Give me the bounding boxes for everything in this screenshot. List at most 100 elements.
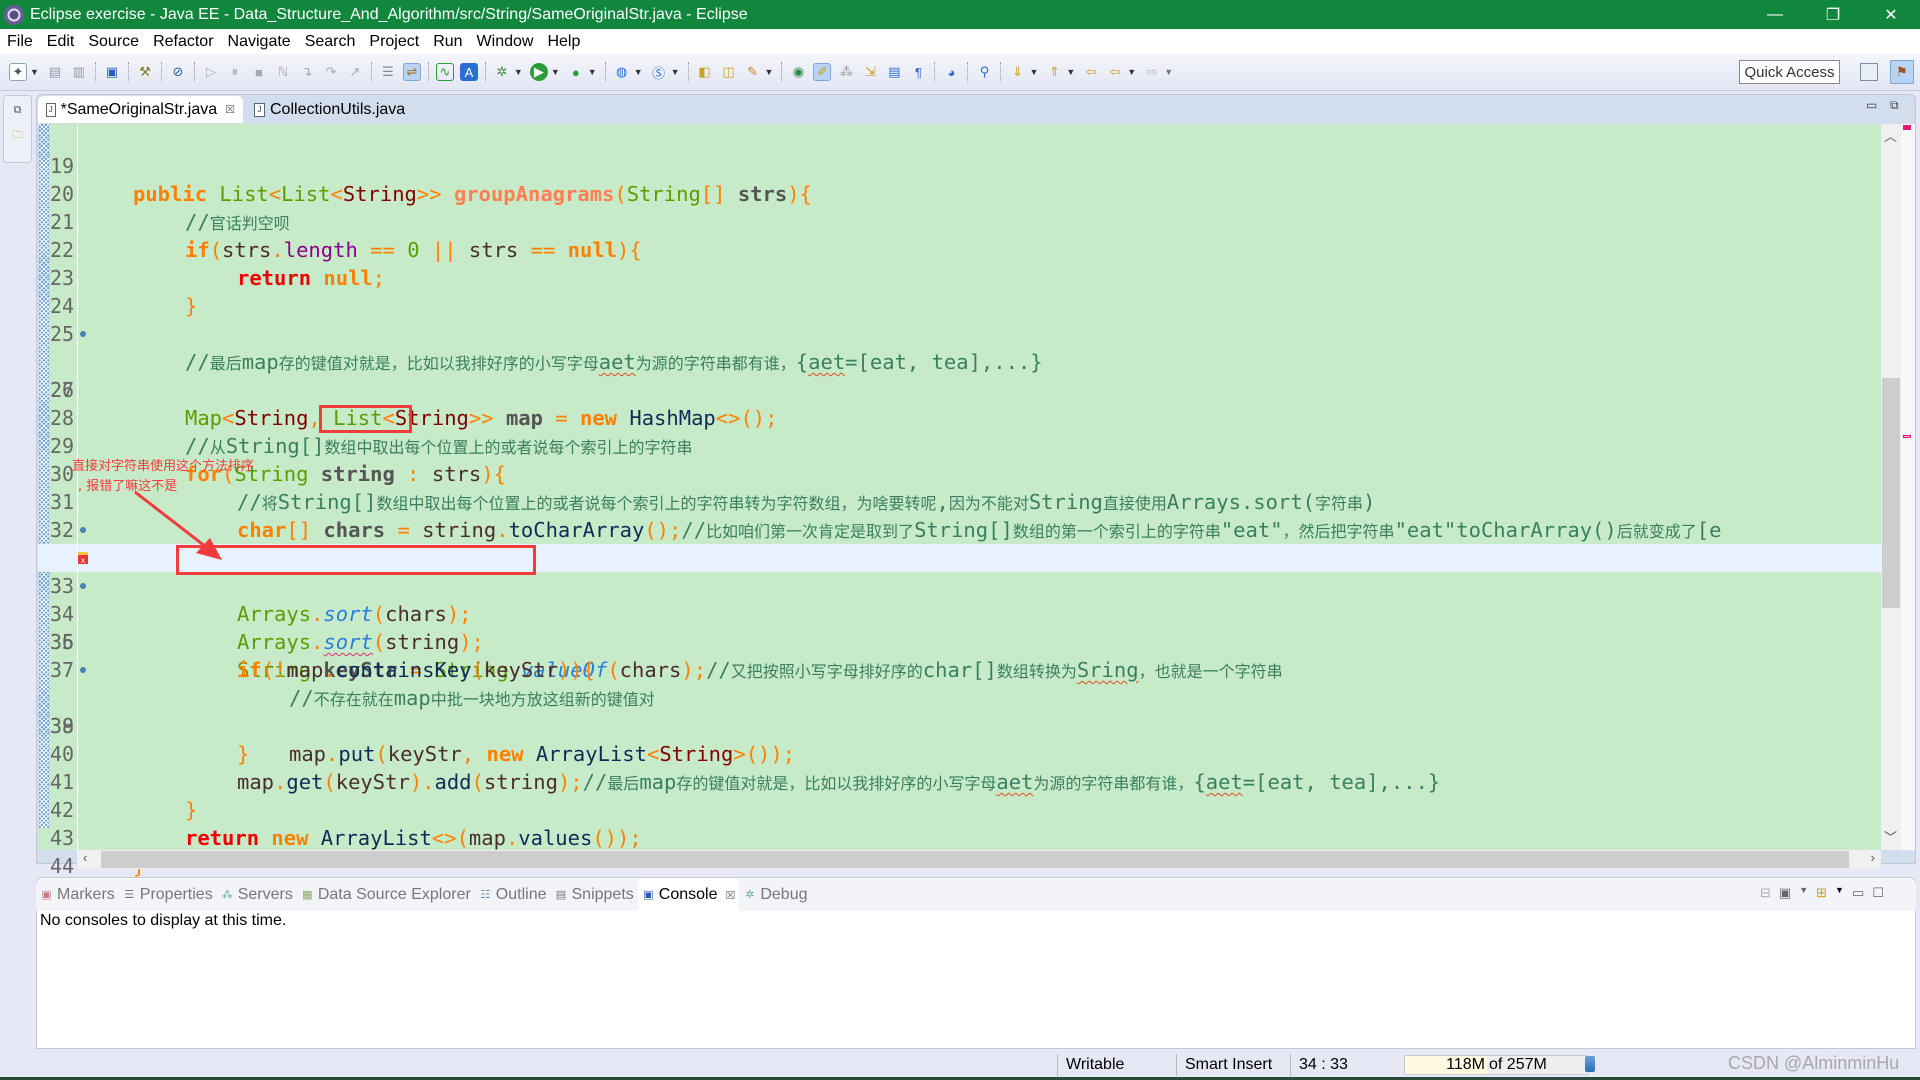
menu-project[interactable]: Project	[362, 33, 426, 51]
new-icon[interactable]: ✦	[9, 63, 27, 81]
code-line[interactable]: 22 return null;	[38, 208, 1881, 290]
new-service-dropdown-icon[interactable]: ▼	[671, 67, 680, 77]
restore-view-icon[interactable]: ⧉	[11, 104, 25, 118]
override-marker-icon[interactable]	[80, 527, 86, 533]
brush-icon[interactable]: ✎	[744, 63, 762, 81]
step-return-icon[interactable]: ↗	[346, 63, 364, 81]
code-line[interactable]: 20 //官话判空呗	[38, 152, 1881, 234]
maximize-panel-icon[interactable]: ☐	[1872, 885, 1884, 901]
next-annotation-icon[interactable]: ⇓	[1008, 63, 1026, 81]
tab-debug[interactable]: ✲ Debug	[739, 879, 811, 911]
menu-search[interactable]: Search	[298, 33, 363, 51]
toggle-mark-occurrences-icon[interactable]: ✐	[813, 63, 832, 81]
scroll-up-icon[interactable]: ︿	[1884, 126, 1897, 145]
monitor-icon[interactable]: ∿	[435, 63, 454, 81]
scroll-left-icon[interactable]: ‹	[83, 850, 87, 865]
new-service-icon[interactable]: Ⓢ	[650, 63, 668, 81]
code-line[interactable]: 42 return new ArrayList<>(map.values());	[38, 768, 1881, 850]
display-console-dropdown-icon[interactable]: ▼	[1799, 885, 1808, 901]
override-marker-icon[interactable]	[80, 331, 86, 337]
run-dropdown-icon[interactable]: ▼	[551, 67, 560, 77]
forward-dropdown-icon[interactable]: ▼	[1164, 67, 1173, 77]
search-icon[interactable]: ⚲	[975, 63, 993, 81]
code-line[interactable]: 27	[38, 348, 1881, 402]
build-icon[interactable]: ⚒	[136, 63, 154, 81]
back-icon[interactable]: ⇦	[1106, 63, 1124, 81]
restore-button[interactable]: ❐	[1804, 0, 1862, 29]
scrollbar-thumb[interactable]	[1882, 378, 1900, 608]
tab-properties[interactable]: ☰ Properties	[119, 879, 217, 911]
toggle-block-selection-icon[interactable]: ⇲	[861, 63, 879, 81]
tab-servers[interactable]: ⁂ Servers	[217, 879, 297, 911]
menu-window[interactable]: Window	[470, 33, 541, 51]
menu-edit[interactable]: Edit	[40, 33, 82, 51]
code-line[interactable]: 40 map.get(keyStr).add(string);//最后map存的…	[38, 712, 1881, 794]
code-line[interactable]: 37 //不存在就在map中批一块地方放这组新的键值对	[38, 628, 1881, 710]
step-into-icon[interactable]: ↴	[298, 63, 316, 81]
code-line[interactable]: 35 String keyStr = String.valueOf(chars)…	[38, 572, 1881, 682]
debug-icon[interactable]: ✲	[493, 63, 511, 81]
terminate-icon[interactable]: ■	[250, 63, 268, 81]
horizontal-scrollbar[interactable]: ‹ ›	[77, 850, 1881, 869]
code-line[interactable]: 41 }	[38, 740, 1881, 822]
open-type-icon[interactable]: ◉	[789, 63, 807, 81]
menu-file[interactable]: File	[0, 33, 40, 51]
overview-ruler[interactable]	[1901, 124, 1915, 850]
open-project-icon[interactable]: ◧	[696, 63, 714, 81]
debug-dropdown-icon[interactable]: ▼	[514, 67, 523, 77]
code-line[interactable]: 43 }	[38, 796, 1881, 878]
menu-help[interactable]: Help	[540, 33, 587, 51]
close-tab-icon[interactable]: ☒	[725, 889, 735, 902]
new-dropdown-icon[interactable]: ▼	[30, 67, 39, 77]
override-marker-icon[interactable]	[80, 667, 86, 673]
scroll-down-icon[interactable]: ﹀	[1884, 827, 1897, 846]
code-line[interactable]: 33 Arrays.sort(chars);	[38, 516, 1881, 626]
menu-run[interactable]: Run	[426, 33, 469, 51]
font-icon[interactable]: A	[459, 63, 478, 81]
menu-source[interactable]: Source	[81, 33, 146, 51]
tab-markers[interactable]: ▣ Markers	[36, 879, 119, 911]
menu-navigate[interactable]: Navigate	[221, 33, 298, 51]
code-line[interactable]: 28 //从String[]数组中取出每个位置上的或者说每个索引上的字符串	[38, 376, 1881, 458]
save-all-icon[interactable]: ▥	[70, 63, 88, 81]
new-server-dropdown-icon[interactable]: ▼	[634, 67, 643, 77]
resume-icon[interactable]: ▷	[202, 63, 220, 81]
open-console-icon[interactable]: ⊞	[1816, 885, 1827, 901]
maximize-editor-icon[interactable]: ⧉	[1890, 98, 1899, 113]
previous-annotation-dropdown-icon[interactable]: ▼	[1066, 67, 1075, 77]
code-line[interactable]: 39 }	[38, 684, 1881, 766]
show-source-icon[interactable]: ▤	[885, 63, 903, 81]
close-button[interactable]: ✕	[1862, 0, 1920, 29]
override-marker-icon[interactable]	[80, 583, 86, 589]
run-icon[interactable]: ▶	[529, 63, 548, 81]
vertical-scrollbar[interactable]: ︿ ﹀	[1881, 124, 1901, 850]
error-summary-marker[interactable]	[1903, 125, 1911, 130]
drop-to-frame-icon[interactable]: ☰	[379, 63, 397, 81]
use-step-filters-icon[interactable]: ⇌	[402, 63, 421, 81]
open-folder-icon[interactable]: ◫	[720, 63, 738, 81]
code-line[interactable]: 30 //将String[]数组中取出每个位置上的或者说每个索引上的字符串转为字…	[38, 432, 1881, 514]
code-line[interactable]: 38 map.put(keyStr, new ArrayList<String>…	[38, 656, 1881, 766]
external-tools-icon[interactable]: ●	[567, 63, 585, 81]
tab-snippets[interactable]: ▤ Snippets	[551, 879, 638, 911]
back-dropdown-icon[interactable]: ▼	[1127, 67, 1136, 77]
code-line[interactable]: 19 public List<List<String>> groupAnagra…	[38, 124, 1881, 206]
suspend-icon[interactable]: ⏸	[226, 63, 244, 81]
editor-tab-collectionutils[interactable]: J CollectionUtils.java	[246, 96, 413, 123]
code-line[interactable]: 21 if(strs.length == 0 || strs == null){	[38, 180, 1881, 262]
open-perspective-icon[interactable]	[1860, 63, 1878, 81]
scroll-right-icon[interactable]: ›	[1871, 850, 1875, 865]
save-icon[interactable]: ▤	[46, 63, 64, 81]
code-line[interactable]: 26 Map<String, List<String>> map = new H…	[38, 320, 1881, 430]
next-annotation-dropdown-icon[interactable]: ▼	[1029, 67, 1038, 77]
editor-tab-sameoriginalstr[interactable]: J *SameOriginalStr.java ☒	[38, 96, 243, 123]
minimize-button[interactable]: —	[1746, 0, 1804, 29]
code-line[interactable]: 31 char[] chars = string.toCharArray();/…	[38, 460, 1881, 542]
tab-data-source-explorer[interactable]: ▦ Data Source Explorer	[297, 879, 475, 911]
brush-dropdown-icon[interactable]: ▼	[765, 67, 774, 77]
step-over-icon[interactable]: ↷	[322, 63, 340, 81]
external-tools-dropdown-icon[interactable]: ▼	[588, 67, 597, 77]
globe-icon[interactable]: ◕	[942, 63, 960, 81]
code-line[interactable]: 29 for(String string : strs){	[38, 404, 1881, 486]
code-line[interactable]: 44	[38, 824, 1881, 878]
